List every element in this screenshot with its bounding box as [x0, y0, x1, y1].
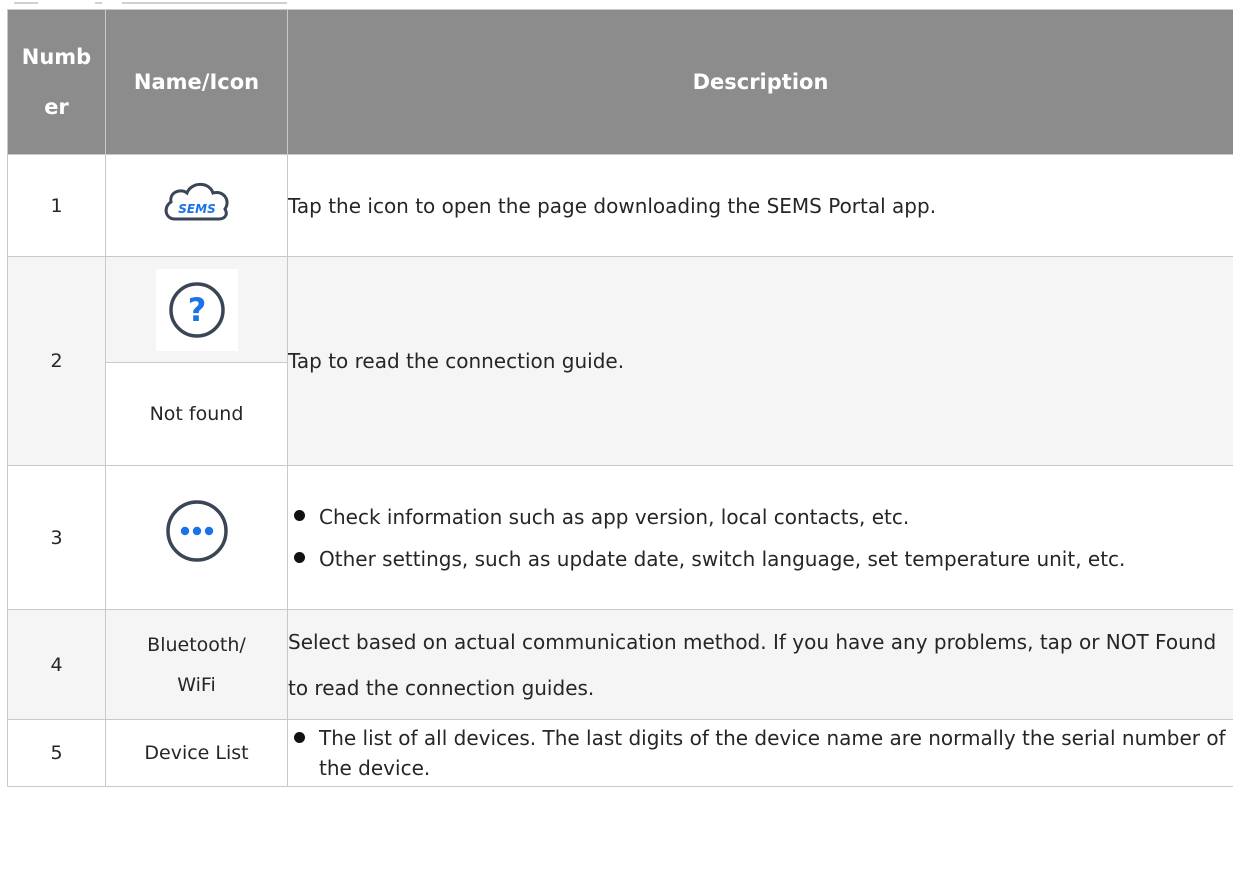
row-number: 3 [7, 465, 106, 610]
header-number: Number [7, 9, 106, 155]
bullet-dot [294, 732, 305, 743]
row-icon-cell: ? Not found [105, 256, 288, 466]
row-description: Tap to read the connection guide. [287, 256, 1233, 466]
row-description: The list of all devices. The last digits… [287, 719, 1233, 787]
header-name-icon: Name/Icon [105, 9, 288, 155]
table-row: 5 Device List The list of all devices. T… [7, 719, 1233, 787]
header-description: Description [287, 9, 1233, 155]
row-icon-cell [105, 465, 288, 610]
table-header-row: Number Name/Icon Description [7, 9, 1233, 155]
bullet-dot [294, 551, 305, 563]
help-question-icon[interactable]: ? [155, 268, 238, 351]
more-options-icon[interactable] [164, 498, 230, 578]
table-row: 3 Check information such as app version,… [7, 465, 1233, 610]
row-description: Check information such as app version, l… [287, 465, 1233, 610]
list-item: The list of all devices. The last digits… [288, 723, 1233, 783]
bullet-dot [294, 509, 305, 521]
description-table: Number Name/Icon Description 1 SEMS Tap … [7, 9, 1233, 787]
list-item: Other settings, such as update date, swi… [288, 538, 1233, 580]
row-description: Tap the icon to open the page downloadin… [287, 154, 1233, 257]
row-description: Select based on actual communication met… [287, 609, 1233, 720]
not-found-label: Not found [106, 363, 287, 465]
row-name: Device List [105, 719, 288, 787]
row-number: 2 [7, 256, 106, 466]
table-row: 2 ? Not found Tap to read the connection [7, 256, 1233, 466]
row-name: Bluetooth/ WiFi [105, 609, 288, 720]
table-row: 4 Bluetooth/ WiFi Select based on actual… [7, 609, 1233, 720]
row-icon-cell: SEMS [105, 154, 288, 257]
svg-text:SEMS: SEMS [178, 202, 215, 216]
svg-text:?: ? [187, 291, 206, 329]
table-row: 1 SEMS Tap the icon to open the page dow… [7, 154, 1233, 257]
row-number: 4 [7, 609, 106, 720]
list-item: Check information such as app version, l… [288, 496, 1233, 538]
row-number: 1 [7, 154, 106, 257]
row-number: 5 [7, 719, 106, 787]
sems-cloud-icon[interactable]: SEMS [161, 176, 233, 236]
